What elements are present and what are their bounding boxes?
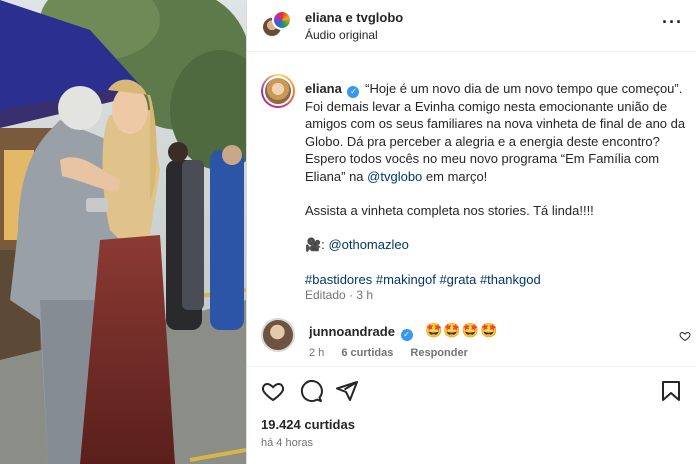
edited-label: Editado · 3 h	[305, 288, 374, 302]
hashtag-link[interactable]: #makingof	[376, 272, 436, 287]
comment-likes[interactable]: 6 curtidas	[341, 347, 393, 359]
send-icon[interactable]	[335, 379, 359, 403]
avatar[interactable]	[261, 318, 295, 352]
comment-age: 2 h	[309, 347, 325, 359]
comment-like-heart-icon[interactable]	[679, 330, 691, 342]
comment-text: 🤩🤩🤩🤩	[425, 322, 499, 338]
action-bar	[247, 366, 696, 412]
post-header: eliana e tvglobo Áudio original ···	[247, 0, 696, 52]
comment-username: junnoandrade ✓	[309, 324, 415, 341]
mention-link[interactable]: @tvglobo	[367, 169, 422, 184]
caption-text: eliana ✓ “Hoje é um novo dia de um novo …	[305, 80, 695, 288]
comment-icon[interactable]	[299, 379, 323, 403]
verified-badge-icon: ✓	[400, 329, 413, 341]
caption-avatar[interactable]	[261, 74, 295, 108]
caption-line: Globo. Dá pra perceber a alegria e a ene…	[305, 133, 660, 149]
mention-link[interactable]: @othomazleo	[328, 237, 408, 252]
caption-line: em março!	[422, 168, 488, 184]
hashtag-link[interactable]: #bastidores	[305, 272, 372, 287]
caption-username[interactable]: eliana	[305, 81, 342, 96]
audio-label[interactable]: Áudio original	[305, 28, 378, 42]
bookmark-icon[interactable]	[659, 379, 683, 403]
caption-paragraph: Assista a vinheta completa nos stories. …	[305, 203, 594, 219]
more-horizontal-icon[interactable]: ···	[662, 12, 683, 33]
heart-icon[interactable]	[261, 379, 285, 403]
reply-button[interactable]: Responder	[410, 347, 467, 359]
caption-line: amigos com os seus familiares na nova vi…	[305, 116, 686, 132]
like-count[interactable]: 19.424 curtidas	[261, 417, 355, 432]
caption-line: Espero todos vocês no meu novo programa …	[305, 151, 660, 167]
post-time: há 4 horas	[261, 437, 313, 449]
avatar[interactable]	[272, 10, 292, 30]
hashtag-link[interactable]: #grata	[439, 272, 476, 287]
verified-badge-icon: ✓	[347, 86, 360, 98]
caption-line: Eliana” na	[305, 168, 368, 184]
collab-avatars[interactable]	[261, 10, 295, 42]
post-photo[interactable]	[0, 0, 246, 464]
caption-line: Foi demais levar a Evinha comigo nesta e…	[305, 99, 668, 114]
caption-line: “Hoje é um novo dia de um novo tempo que…	[365, 81, 683, 96]
comment-meta: 2 h 6 curtidas Responder	[309, 347, 482, 359]
camera-emoji: 🎥:	[305, 237, 325, 253]
post-authors[interactable]: eliana e tvglobo	[305, 10, 403, 25]
post-panel: eliana e tvglobo Áudio original ··· elia…	[246, 0, 696, 464]
photo-illustration	[0, 0, 246, 464]
comment: junnoandrade ✓ 🤩🤩🤩🤩 2 h 6 curtidas Respo…	[261, 318, 691, 362]
comment-username-link[interactable]: junnoandrade	[309, 324, 395, 339]
hashtag-link[interactable]: #thankgod	[480, 272, 541, 287]
